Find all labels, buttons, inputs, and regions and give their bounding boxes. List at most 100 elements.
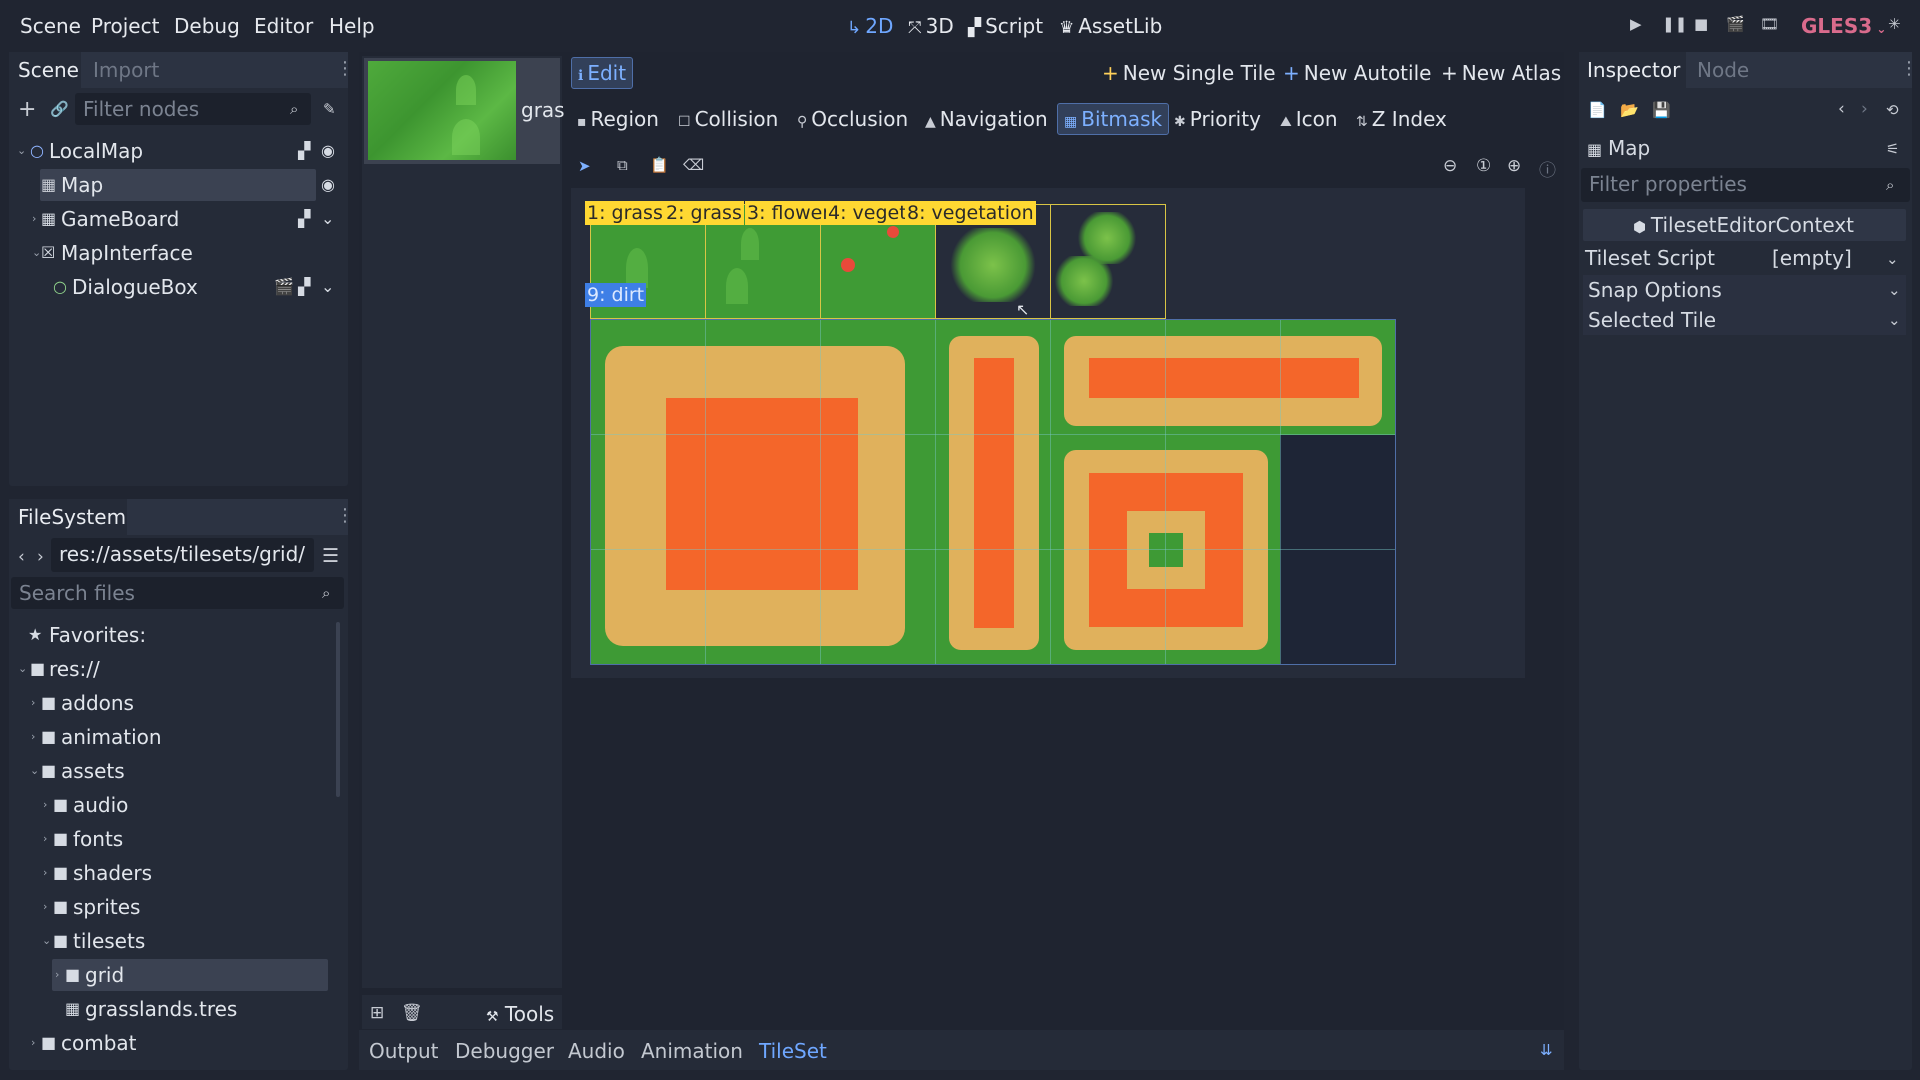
add-texture-icon[interactable]: ⊞ bbox=[370, 1003, 384, 1023]
visibility-icon[interactable]: ◉ bbox=[321, 175, 335, 194]
history-forward-icon[interactable]: › bbox=[1861, 99, 1868, 119]
workspace-2d-button[interactable]: ↳ 2D bbox=[847, 14, 893, 38]
zoom-reset-icon[interactable]: ① bbox=[1476, 156, 1491, 176]
fs-audio[interactable]: › ■ audio bbox=[12, 789, 332, 821]
fs-tilesets[interactable]: ⌄ ■ tilesets bbox=[12, 925, 332, 957]
fs-favorites[interactable]: ★ Favorites: bbox=[12, 619, 332, 651]
zoom-in-icon[interactable]: ⊕ bbox=[1507, 156, 1521, 176]
remove-texture-icon[interactable]: 🗑 bbox=[401, 1003, 423, 1023]
chevron-right-icon: › bbox=[43, 798, 48, 811]
fs-sprites[interactable]: › ■ sprites bbox=[12, 891, 332, 923]
snap-options-section[interactable]: Snap Options ⌄ bbox=[1583, 275, 1906, 305]
menu-editor[interactable]: Editor bbox=[254, 14, 313, 38]
open-folder-icon[interactable]: 📂 bbox=[1620, 101, 1639, 119]
tab-node[interactable]: Node bbox=[1697, 58, 1749, 82]
mode-zindex-button[interactable]: ⇅ Z Index bbox=[1350, 103, 1453, 135]
tab-import[interactable]: Import bbox=[93, 58, 159, 82]
tab-animation[interactable]: Animation bbox=[641, 1039, 743, 1063]
renderer-select[interactable]: GLES3 ⌄ bbox=[1801, 14, 1886, 38]
fs-assets[interactable]: ⌄ ■ assets bbox=[12, 755, 332, 787]
selected-tile-section[interactable]: Selected Tile ⌄ bbox=[1583, 305, 1906, 335]
tree-node-gameboard[interactable]: › ▦ GameBoard ▞ ⌄ bbox=[12, 203, 342, 235]
new-single-tile-button[interactable]: + New Single Tile bbox=[1096, 57, 1282, 89]
tileset-script-field[interactable]: [empty] ⌄ bbox=[1766, 243, 1906, 273]
play-scene-icon[interactable]: 🎬 bbox=[1726, 15, 1745, 33]
history-back-icon[interactable]: ‹ bbox=[1838, 99, 1845, 119]
workspace-assetlib-button[interactable]: ♛ AssetLib bbox=[1059, 14, 1162, 38]
tileset-workspace[interactable]: 1: grass 2: grass 3: flower 4: veget 8: … bbox=[571, 188, 1525, 678]
menu-scene[interactable]: Scene bbox=[20, 14, 81, 38]
search-files-input[interactable]: Search files bbox=[11, 577, 344, 609]
tab-scene[interactable]: Scene bbox=[18, 58, 79, 82]
history-icon[interactable]: ⟲ bbox=[1886, 101, 1899, 119]
chevron-down-icon[interactable]: ⌄ bbox=[321, 203, 334, 235]
object-properties-icon[interactable]: ⚟ bbox=[1886, 140, 1899, 158]
filesystem-scrollbar[interactable] bbox=[336, 622, 340, 797]
fs-addons[interactable]: › ■ addons bbox=[12, 687, 332, 719]
tree-node-localmap[interactable]: ⌄ ○ LocalMap ▞ ◉ bbox=[12, 135, 342, 167]
link-icon[interactable]: 🔗 bbox=[50, 100, 69, 118]
inspector-object-name: Map bbox=[1608, 136, 1651, 160]
script-icon: ▞ bbox=[968, 18, 982, 38]
menu-help[interactable]: Help bbox=[329, 14, 375, 38]
fs-res[interactable]: ⌄ ■ res:// bbox=[12, 653, 332, 685]
filter-nodes-input[interactable]: Filter nodes bbox=[75, 93, 311, 125]
tools-menu[interactable]: ⚒ Tools bbox=[486, 1002, 554, 1026]
attach-script-icon[interactable]: ✎ bbox=[323, 100, 336, 118]
new-atlas-button[interactable]: + New Atlas bbox=[1435, 57, 1567, 89]
pause-icon[interactable]: ❚❚ bbox=[1662, 15, 1687, 33]
mode-region-button[interactable]: ▪ Region bbox=[571, 103, 665, 135]
mode-bitmask-button[interactable]: ▦ Bitmask bbox=[1057, 103, 1170, 135]
add-node-icon[interactable]: + bbox=[18, 97, 36, 122]
tab-filesystem[interactable]: FileSystem bbox=[18, 505, 126, 529]
edit-button[interactable]: ℹ Edit bbox=[571, 57, 634, 89]
fs-grasslands-tres[interactable]: ▦ grasslands.tres bbox=[12, 993, 332, 1025]
fs-combat[interactable]: › ■ combat bbox=[12, 1027, 332, 1059]
select-icon[interactable]: ➤ bbox=[578, 157, 591, 175]
save-icon[interactable]: 💾 bbox=[1652, 101, 1671, 119]
play-icon[interactable]: ▶ bbox=[1630, 15, 1642, 33]
mode-icon-button[interactable]: ⛰ Icon bbox=[1274, 103, 1344, 135]
list-view-icon[interactable]: ☰ bbox=[322, 545, 339, 567]
paste-bitmask-icon[interactable]: 📋 bbox=[650, 156, 669, 174]
chevron-right-icon: › bbox=[55, 968, 60, 981]
inspector-menu-icon[interactable]: ⋮ bbox=[1900, 58, 1918, 79]
path-field[interactable]: res://assets/tilesets/grid/ bbox=[51, 538, 314, 572]
new-resource-icon[interactable]: 📄 bbox=[1588, 101, 1607, 119]
tab-audio[interactable]: Audio bbox=[568, 1039, 625, 1063]
mode-collision-button[interactable]: ☐ Collision bbox=[672, 103, 784, 135]
fs-animation[interactable]: › ■ animation bbox=[12, 721, 332, 753]
scene-dock-menu-icon[interactable]: ⋮ bbox=[336, 58, 354, 79]
tab-tileset[interactable]: TileSet bbox=[759, 1039, 827, 1063]
mode-occlusion-button[interactable]: ⚲ Occlusion bbox=[791, 103, 914, 135]
bush bbox=[1052, 256, 1116, 306]
mode-navigation-button[interactable]: ▲ Navigation bbox=[919, 103, 1054, 135]
workspace-script-button[interactable]: ▞ Script bbox=[968, 14, 1043, 38]
filesystem-menu-icon[interactable]: ⋮ bbox=[336, 505, 354, 526]
tab-debugger[interactable]: Debugger bbox=[455, 1039, 554, 1063]
filter-properties-input[interactable]: Filter properties bbox=[1581, 168, 1910, 202]
tree-node-map[interactable]: ▦ Map bbox=[40, 169, 316, 201]
chevron-down-icon[interactable]: ⌄ bbox=[321, 271, 334, 303]
workspace-3d-button[interactable]: ⤧ 3D bbox=[908, 14, 954, 38]
mode-priority-button[interactable]: ✱ Priority bbox=[1168, 103, 1267, 135]
menu-project[interactable]: Project bbox=[91, 14, 159, 38]
expand-panel-icon[interactable]: ⇊ bbox=[1540, 1041, 1553, 1059]
tab-output[interactable]: Output bbox=[369, 1039, 438, 1063]
tab-inspector[interactable]: Inspector bbox=[1587, 58, 1680, 82]
zoom-out-icon[interactable]: ⊖ bbox=[1443, 156, 1457, 176]
erase-bitmask-icon[interactable]: ⌫ bbox=[683, 156, 704, 174]
fs-shaders[interactable]: › ■ shaders bbox=[12, 857, 332, 889]
forward-icon[interactable]: › bbox=[37, 547, 44, 567]
play-custom-scene-icon[interactable]: 🎞 bbox=[1760, 15, 1779, 33]
tree-node-mapinterface[interactable]: ⌄ ☒ MapInterface bbox=[12, 237, 342, 269]
menu-debug[interactable]: Debug bbox=[174, 14, 240, 38]
back-icon[interactable]: ‹ bbox=[18, 547, 25, 567]
stop-icon[interactable]: ■ bbox=[1694, 15, 1708, 33]
fs-fonts[interactable]: › ■ fonts bbox=[12, 823, 332, 855]
fs-grid[interactable]: › ■ grid bbox=[52, 959, 328, 991]
visibility-icon[interactable]: ◉ bbox=[321, 135, 335, 167]
new-autotile-button[interactable]: + New Autotile bbox=[1277, 57, 1437, 89]
tree-node-dialoguebox[interactable]: ○ DialogueBox 🎬 ▞ ⌄ bbox=[12, 271, 342, 303]
copy-bitmask-icon[interactable]: ⧉ bbox=[617, 156, 628, 174]
